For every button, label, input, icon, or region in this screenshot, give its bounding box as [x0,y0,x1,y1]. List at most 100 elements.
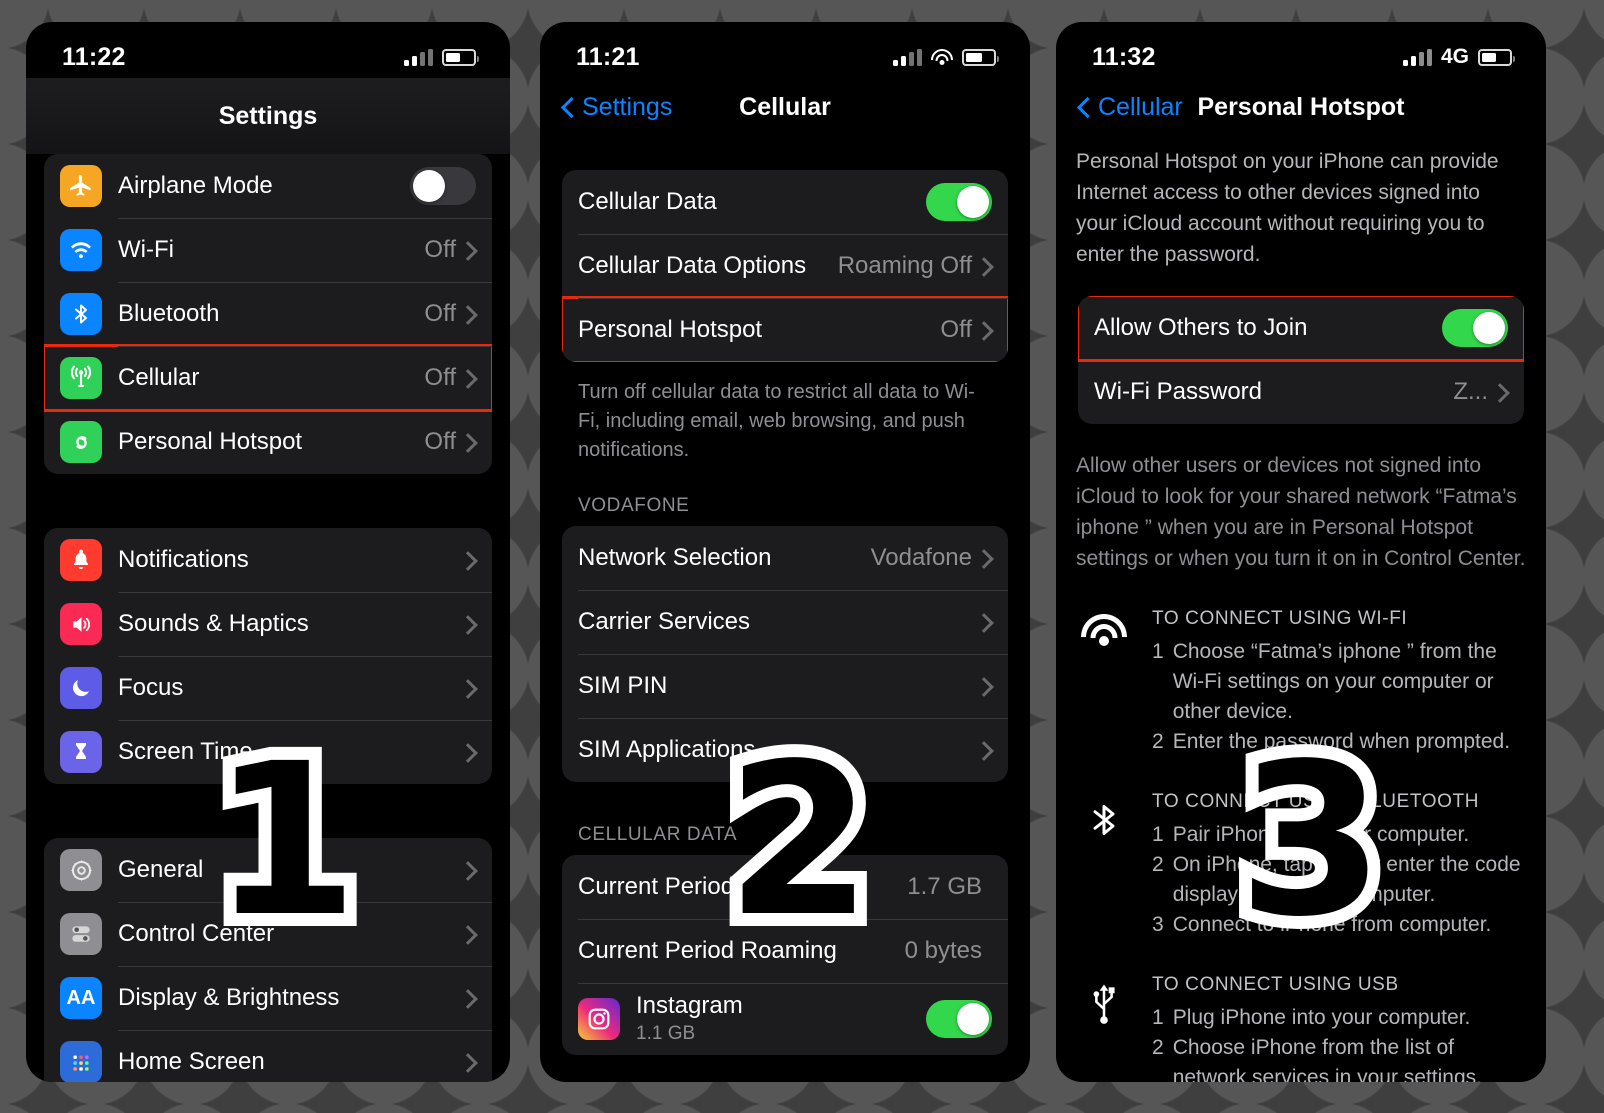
hotspot-list: Allow Others to Join Wi-Fi Password Z... [1056,296,1546,424]
row-personal-hotspot[interactable]: Personal Hotspot Off [44,410,492,474]
instructions-usb: TO CONNECT USING USB 1 Plug iPhone into … [1056,940,1546,1082]
airplane-mode-toggle[interactable] [410,167,476,205]
row-label: Personal Hotspot [578,316,763,343]
page-title: Settings [218,101,318,130]
step-number: 3 [1152,913,1164,936]
instructions-title: TO CONNECT USING BLUETOOTH [1152,791,1480,812]
row-value: Z... [1453,378,1488,405]
row-label: Personal Hotspot [118,428,303,455]
chevron-right-icon [466,680,476,697]
airplane-icon [60,165,102,207]
bell-icon [60,539,102,581]
instructions-bluetooth: TO CONNECT USING BLUETOOTH 1 Pair iPhone… [1056,757,1546,940]
status-bar: 11:22 [26,22,510,78]
row-notifications[interactable]: Notifications [44,528,492,592]
chevron-right-icon [982,322,992,339]
chevron-right-icon [982,742,992,759]
row-control-center[interactable]: Control Center [44,902,492,966]
hotspot-intro-text: Personal Hotspot on your iPhone can prov… [1076,150,1499,266]
phone-screen-settings: 11:22 Settings Airplane Mode Wi-Fi Off B… [26,22,510,1082]
status-clock: 11:21 [576,42,640,71]
instructions-title: TO CONNECT USING WI-FI [1152,608,1408,629]
row-instagram[interactable]: Instagram 1.1 GB [562,983,1008,1055]
row-cellular-data-options[interactable]: Cellular Data Options Roaming Off [562,234,1008,298]
row-airplane-mode[interactable]: Airplane Mode [44,154,492,218]
row-label: Sounds & Haptics [118,610,309,637]
instructions-wifi: TO CONNECT USING WI-FI 1 Choose “Fatma’s… [1056,574,1546,757]
row-sounds-haptics[interactable]: Sounds & Haptics [44,592,492,656]
row-cellular-data[interactable]: Cellular Data [562,170,1008,234]
row-label: Control Center [118,920,275,947]
back-label: Cellular [1098,92,1183,121]
instagram-data-toggle[interactable] [926,1000,992,1038]
hotspot-footnote: Allow other users or devices not signed … [1076,454,1526,570]
row-wifi[interactable]: Wi-Fi Off [44,218,492,282]
instagram-icon [578,998,620,1040]
signal-bars-icon [404,48,433,66]
step-text: Choose iPhone from the list of network s… [1172,1036,1482,1082]
battery-icon [962,48,999,66]
chevron-right-icon [982,614,992,631]
row-sim-applications[interactable]: SIM Applications [562,718,1008,782]
row-focus[interactable]: Focus [44,656,492,720]
signal-bars-icon [893,48,922,66]
row-network-selection[interactable]: Network Selection Vodafone [562,526,1008,590]
step-text: Choose “Fatma’s iphone ” from the Wi-Fi … [1172,640,1497,723]
chevron-right-icon [466,434,476,451]
nav-bar: Settings [26,78,510,154]
bluetooth-icon [1078,791,1130,940]
row-label: Bluetooth [118,300,220,327]
row-personal-hotspot[interactable]: Personal Hotspot Off [562,296,1008,362]
row-wifi-password[interactable]: Wi-Fi Password Z... [1078,360,1524,424]
row-allow-others-to-join[interactable]: Allow Others to Join [1078,296,1524,362]
step-number: 1 [1152,823,1164,846]
chevron-right-icon [466,616,476,633]
sliders-icon [60,913,102,955]
row-display-brightness[interactable]: AA Display & Brightness [44,966,492,1030]
chevron-right-icon [466,926,476,943]
row-label: Instagram [636,992,743,1019]
row-general[interactable]: General [44,838,492,902]
row-bluetooth[interactable]: Bluetooth Off [44,282,492,346]
row-label: Current Period Roaming [578,937,837,964]
chevron-right-icon [466,306,476,323]
settings-group-connectivity: Airplane Mode Wi-Fi Off Bluetooth Off Ce… [44,154,492,474]
row-label: Allow Others to Join [1094,314,1308,341]
cellular-data-toggle[interactable] [926,183,992,221]
row-cellular[interactable]: Cellular Off [44,344,492,412]
cellular-icon [60,357,102,399]
step-text: Pair iPhone with your computer. [1172,823,1470,846]
row-label: General [118,856,204,883]
battery-icon [1478,48,1515,66]
carrier-section-header: VODAFONE [578,495,690,516]
back-button-cellular[interactable]: Cellular [1078,93,1183,122]
chevron-right-icon [1498,384,1508,401]
status-bar: 11:21 [540,22,1030,78]
step-number: 2 [1152,730,1164,753]
row-current-period-roaming: Current Period Roaming 0 bytes [562,919,1008,983]
phone-screen-cellular: 11:21 Settings Cellular Cellular Data Ce… [540,22,1030,1082]
chevron-right-icon [982,550,992,567]
hotspot-icon [60,421,102,463]
row-label: Notifications [118,546,249,573]
wifi-icon [1078,608,1130,757]
back-button-settings[interactable]: Settings [562,93,672,122]
row-label: Current Period [578,873,735,900]
row-carrier-services[interactable]: Carrier Services [562,590,1008,654]
aa-icon: AA [60,977,102,1019]
row-label: Focus [118,674,184,701]
row-sim-pin[interactable]: SIM PIN [562,654,1008,718]
allow-others-toggle[interactable] [1442,309,1508,347]
row-label: Display & Brightness [118,984,340,1011]
row-screen-time[interactable]: Screen Time [44,720,492,784]
row-value: Off [424,428,456,455]
row-sublabel: 1.1 GB [636,1023,696,1044]
chevron-left-icon [1078,97,1090,117]
row-label: Screen Time [118,738,253,765]
back-label: Settings [582,92,673,121]
row-label: Wi-Fi [118,236,174,263]
row-home-screen[interactable]: Home Screen [44,1030,492,1082]
hotspot-group-main: Allow Others to Join Wi-Fi Password Z... [1078,296,1524,424]
chevron-right-icon [466,744,476,761]
row-label: Home Screen [118,1048,265,1075]
